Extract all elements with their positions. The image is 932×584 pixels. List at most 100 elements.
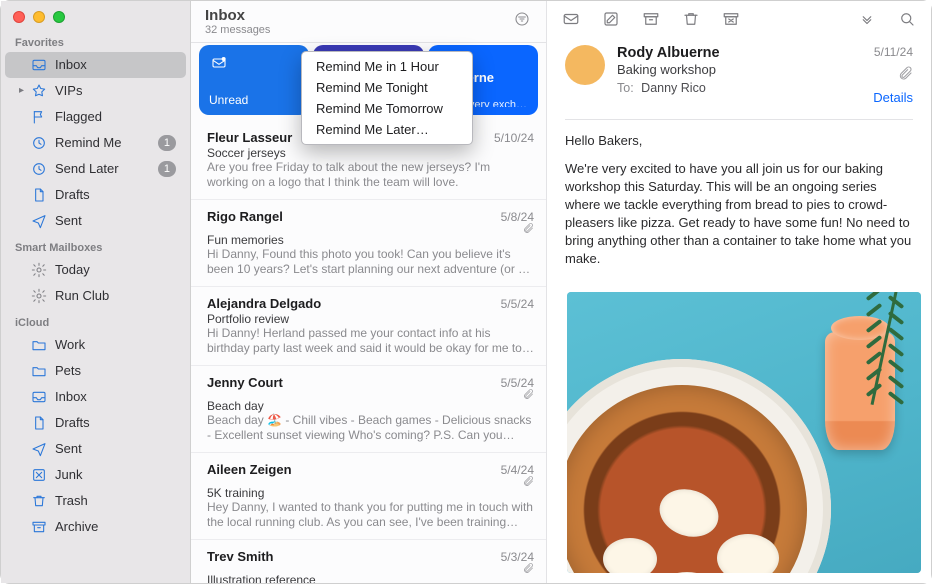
message-row-sender: Trev Smith <box>207 549 273 564</box>
toolbar-compose-button[interactable] <box>599 7 623 31</box>
disclosure-triangle-icon[interactable]: ▸ <box>19 81 31 101</box>
sidebar-item-pets[interactable]: Pets <box>5 358 186 384</box>
sidebar-section-header: iCloud <box>1 309 190 332</box>
sidebar: FavoritesInbox▸VIPsFlaggedRemind Me1Send… <box>1 1 191 583</box>
sidebar-item-drafts[interactable]: Drafts <box>5 410 186 436</box>
window-close-button[interactable] <box>13 11 25 23</box>
sidebar-item-label: Pets <box>55 361 176 381</box>
window-minimize-button[interactable] <box>33 11 45 23</box>
to-label: To: <box>617 81 634 95</box>
sender-avatar[interactable] <box>565 45 605 85</box>
doc-icon <box>31 415 47 431</box>
message-row-preview: Are you free Friday to talk about the ne… <box>207 160 534 190</box>
message-row[interactable]: Alejandra Delgado5/5/24Portfolio reviewH… <box>191 287 546 366</box>
xbox-icon <box>31 467 47 483</box>
message-row-subject: Fun memories <box>207 233 534 247</box>
envelope-badge-icon <box>211 55 227 74</box>
star-icon <box>31 83 47 99</box>
filter-button[interactable] <box>510 7 534 31</box>
details-link[interactable]: Details <box>855 90 913 105</box>
paperplane-icon <box>31 441 47 457</box>
message-row[interactable]: Trev Smith5/3/24Illustration referenceHi… <box>191 540 546 583</box>
toolbar-archive-button[interactable] <box>639 7 663 31</box>
toolbar-more-button[interactable] <box>855 7 879 31</box>
to-name: Danny Rico <box>641 81 706 95</box>
message-row-sender: Jenny Court <box>207 375 283 390</box>
sidebar-item-sent[interactable]: Sent <box>5 436 186 462</box>
mailbox-title: Inbox <box>205 7 270 24</box>
sidebar-item-inbox[interactable]: Inbox <box>5 52 186 78</box>
message-row-subject: 5K training <box>207 486 534 500</box>
window-zoom-button[interactable] <box>53 11 65 23</box>
sidebar-item-label: Remind Me <box>55 133 158 153</box>
toolbar-search-button[interactable] <box>895 7 919 31</box>
sidebar-item-today[interactable]: Today <box>5 257 186 283</box>
gear-gray-icon <box>31 288 47 304</box>
sidebar-badge: 1 <box>158 135 176 151</box>
sidebar-item-remind-me[interactable]: Remind Me1 <box>5 130 186 156</box>
tray-icon <box>31 389 47 405</box>
filter-pill-unread-label: Unread <box>209 93 299 107</box>
message-list-pane: Inbox 32 messages Unread Rem Rody Albuer… <box>191 1 546 583</box>
sidebar-item-label: Send Later <box>55 159 158 179</box>
message-row-sender: Fleur Lasseur <box>207 130 292 145</box>
sidebar-item-archive[interactable]: Archive <box>5 514 186 540</box>
message-row-preview: Hi Danny, Found this photo you took! Can… <box>207 247 534 277</box>
sidebar-item-send-later[interactable]: Send Later1 <box>5 156 186 182</box>
trash-icon <box>31 493 47 509</box>
message-row-subject: Beach day <box>207 399 534 413</box>
sidebar-item-label: Inbox <box>55 55 176 75</box>
message-attachment-image[interactable] <box>567 292 921 573</box>
sidebar-item-junk[interactable]: Junk <box>5 462 186 488</box>
remind-menu-item[interactable]: Remind Me Later… <box>302 119 472 140</box>
message-row[interactable]: Aileen Zeigen5/4/245K trainingHey Danny,… <box>191 453 546 540</box>
sidebar-item-label: Run Club <box>55 286 176 306</box>
filter-pill-unread[interactable]: Unread <box>199 45 309 115</box>
message-row-sender: Aileen Zeigen <box>207 462 292 477</box>
reading-pane: Rody Albuerne Baking workshop To: Danny … <box>546 1 931 583</box>
message-row[interactable]: Jenny Court5/5/24Beach dayBeach day 🏖️ -… <box>191 366 546 453</box>
message-header: Rody Albuerne Baking workshop To: Danny … <box>547 37 931 115</box>
sidebar-item-vips[interactable]: ▸ VIPs <box>5 78 186 104</box>
remind-me-menu: Remind Me in 1 HourRemind Me TonightRemi… <box>301 51 473 145</box>
sidebar-badge: 1 <box>158 161 176 177</box>
toolbar-delete-button[interactable] <box>679 7 703 31</box>
sidebar-item-label: VIPs <box>55 81 176 101</box>
remind-menu-item[interactable]: Remind Me in 1 Hour <box>302 56 472 77</box>
message-row-preview: Hi Danny! Herland passed me your contact… <box>207 326 534 356</box>
sidebar-item-label: Flagged <box>55 107 176 127</box>
clock-icon <box>31 135 47 151</box>
sidebar-item-label: Sent <box>55 211 176 231</box>
sidebar-item-run-club[interactable]: Run Club <box>5 283 186 309</box>
sidebar-item-drafts[interactable]: Drafts <box>5 182 186 208</box>
message-sender-name: Rody Albuerne <box>617 45 843 61</box>
header-divider <box>565 119 913 120</box>
sidebar-item-label: Drafts <box>55 413 176 433</box>
message-date: 5/11/24 <box>874 45 913 59</box>
message-toolbar <box>547 1 931 37</box>
toolbar-new-message-button[interactable] <box>559 7 583 31</box>
rosemary-graphic <box>857 292 913 406</box>
sidebar-item-trash[interactable]: Trash <box>5 488 186 514</box>
sidebar-item-work[interactable]: Work <box>5 332 186 358</box>
folder-icon <box>31 363 47 379</box>
sidebar-item-label: Trash <box>55 491 176 511</box>
sidebar-item-sent[interactable]: Sent <box>5 208 186 234</box>
message-row[interactable]: Rigo Rangel5/8/24Fun memoriesHi Danny, F… <box>191 200 546 287</box>
message-list-header: Inbox 32 messages <box>191 1 546 43</box>
sidebar-item-flagged[interactable]: Flagged <box>5 104 186 130</box>
remind-menu-item[interactable]: Remind Me Tonight <box>302 77 472 98</box>
clock-icon <box>31 161 47 177</box>
window-traffic-lights <box>1 1 190 29</box>
remind-menu-item[interactable]: Remind Me Tomorrow <box>302 98 472 119</box>
flag-icon <box>31 109 47 125</box>
paperplane-icon <box>31 213 47 229</box>
sidebar-item-label: Archive <box>55 517 176 537</box>
sidebar-item-label: Today <box>55 260 176 280</box>
top-filter-pills: Unread Rem Rody Albuerne hop We're very … <box>191 43 546 121</box>
sidebar-item-label: Inbox <box>55 387 176 407</box>
sidebar-item-inbox[interactable]: Inbox <box>5 384 186 410</box>
message-list: Fleur Lasseur5/10/24Soccer jerseysAre yo… <box>191 121 546 583</box>
mailbox-subtitle: 32 messages <box>205 24 270 36</box>
toolbar-junk-button[interactable] <box>719 7 743 31</box>
